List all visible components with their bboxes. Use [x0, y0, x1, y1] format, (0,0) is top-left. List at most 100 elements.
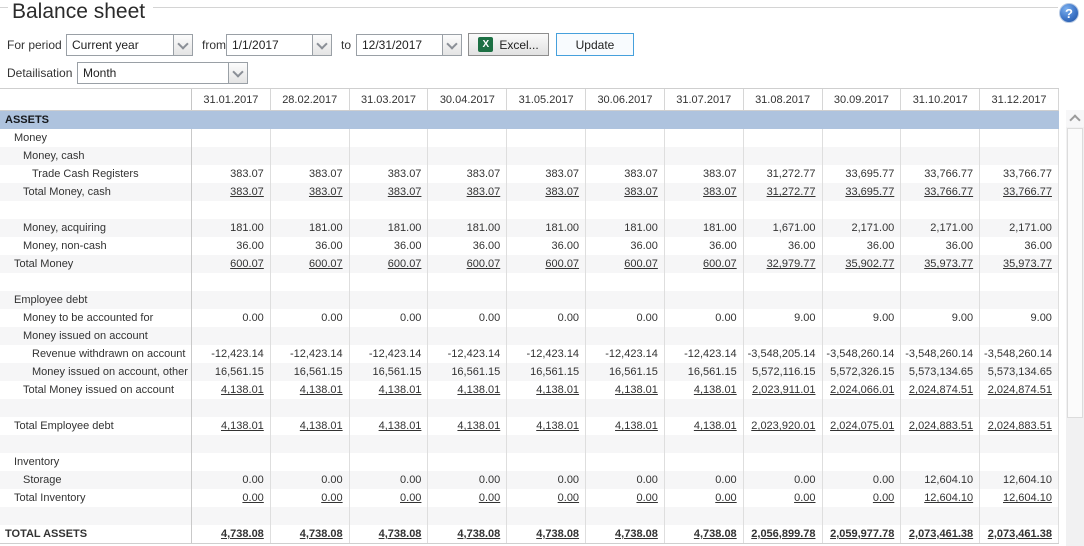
cell-value[interactable]: 4,138.01	[586, 381, 665, 399]
cell-empty	[901, 291, 980, 309]
cell-value[interactable]: 2,056,899.78	[744, 525, 823, 543]
cell-value[interactable]: 2,023,911.01	[744, 381, 823, 399]
cell-value[interactable]: 0.00	[823, 489, 902, 507]
cell-value[interactable]: 4,738.08	[350, 525, 429, 543]
cell-value[interactable]: 2,023,920.01	[744, 417, 823, 435]
cell-value[interactable]: 4,138.01	[350, 417, 429, 435]
scroll-up-icon[interactable]	[1066, 110, 1084, 127]
cell-value: 36.00	[665, 237, 744, 255]
cell-value[interactable]: 4,138.01	[665, 417, 744, 435]
cell-value[interactable]: 4,738.08	[507, 525, 586, 543]
table-row: Employee debt	[0, 291, 1059, 309]
cell-empty	[271, 435, 350, 453]
vertical-scrollbar[interactable]	[1066, 110, 1084, 546]
cell-empty	[350, 129, 429, 147]
scrollbar-thumb[interactable]	[1067, 128, 1083, 418]
update-button[interactable]: Update	[556, 33, 634, 56]
cell-value[interactable]: 600.07	[507, 255, 586, 273]
cell-value[interactable]: 2,024,883.51	[980, 417, 1059, 435]
cell-value[interactable]: 383.07	[192, 183, 271, 201]
cell-value[interactable]: 35,973.77	[980, 255, 1059, 273]
chevron-down-icon[interactable]	[173, 35, 192, 55]
cell-value[interactable]: 4,738.08	[428, 525, 507, 543]
cell-value[interactable]: 2,073,461.38	[980, 525, 1059, 543]
cell-value[interactable]: 600.07	[428, 255, 507, 273]
cell-empty	[980, 399, 1059, 417]
cell-value: 5,572,326.15	[823, 363, 902, 381]
cell-value[interactable]: 2,024,066.01	[823, 381, 902, 399]
cell-value[interactable]: 600.07	[586, 255, 665, 273]
cell-value[interactable]: 600.07	[271, 255, 350, 273]
cell-value[interactable]: 2,059,977.78	[823, 525, 902, 543]
cell-value[interactable]: 383.07	[428, 183, 507, 201]
chevron-down-icon[interactable]	[312, 35, 331, 55]
cell-value[interactable]: 4,738.08	[271, 525, 350, 543]
from-date-field[interactable]: 1/1/2017	[226, 34, 332, 56]
cell-value[interactable]: 4,738.08	[192, 525, 271, 543]
period-select[interactable]: Current year	[66, 34, 193, 56]
cell-value[interactable]: 4,138.01	[192, 417, 271, 435]
cell-value[interactable]: 35,902.77	[823, 255, 902, 273]
cell-value[interactable]: 4,138.01	[192, 381, 271, 399]
column-header: 31.12.2017	[980, 89, 1059, 110]
cell-empty	[350, 147, 429, 165]
cell-value[interactable]: 600.07	[350, 255, 429, 273]
cell-value[interactable]: 2,024,874.51	[901, 381, 980, 399]
cell-empty	[271, 507, 350, 525]
chevron-down-icon[interactable]	[228, 63, 247, 83]
cell-empty	[980, 435, 1059, 453]
cell-value[interactable]: 0.00	[271, 489, 350, 507]
table-row: Money issued on account	[0, 327, 1059, 345]
cell-value[interactable]: 383.07	[586, 183, 665, 201]
cell-value[interactable]: 12,604.10	[901, 489, 980, 507]
row-label: Money to be accounted for	[0, 309, 192, 327]
cell-value[interactable]: 0.00	[192, 489, 271, 507]
cell-value[interactable]: 35,973.77	[901, 255, 980, 273]
cell-value[interactable]: 12,604.10	[980, 489, 1059, 507]
cell-value[interactable]: 0.00	[428, 489, 507, 507]
cell-value[interactable]: 4,138.01	[428, 417, 507, 435]
cell-value[interactable]: 2,073,461.38	[901, 525, 980, 543]
cell-value[interactable]: 2,024,883.51	[901, 417, 980, 435]
table-row: Money, cash	[0, 147, 1059, 165]
excel-export-button[interactable]: X Excel...	[468, 33, 549, 56]
cell-value[interactable]: 383.07	[665, 183, 744, 201]
cell-value[interactable]: 4,738.08	[586, 525, 665, 543]
cell-value[interactable]: 4,138.01	[271, 417, 350, 435]
cell-value[interactable]: 0.00	[586, 489, 665, 507]
cell-value[interactable]: 4,138.01	[350, 381, 429, 399]
cell-empty	[428, 291, 507, 309]
cell-value[interactable]: 2,024,874.51	[980, 381, 1059, 399]
cell-value[interactable]: 33,766.77	[980, 183, 1059, 201]
cell-value[interactable]: 383.07	[507, 183, 586, 201]
cell-value[interactable]: 0.00	[744, 489, 823, 507]
cell-value[interactable]: 33,695.77	[823, 183, 902, 201]
cell-value[interactable]: 0.00	[507, 489, 586, 507]
cell-value[interactable]: 600.07	[665, 255, 744, 273]
cell-value[interactable]: 0.00	[350, 489, 429, 507]
cell-value[interactable]: 2,024,075.01	[823, 417, 902, 435]
cell-value[interactable]: 4,138.01	[665, 381, 744, 399]
cell-value[interactable]: 4,138.01	[271, 381, 350, 399]
cell-value[interactable]: 4,138.01	[507, 417, 586, 435]
to-date-field[interactable]: 12/31/2017	[356, 34, 462, 56]
cell-value[interactable]: 31,272.77	[744, 183, 823, 201]
table-row: ASSETS	[0, 111, 1059, 129]
cell-value[interactable]: 0.00	[665, 489, 744, 507]
cell-empty	[823, 129, 902, 147]
cell-empty	[507, 147, 586, 165]
help-icon[interactable]: ?	[1059, 3, 1079, 23]
cell-value[interactable]: 600.07	[192, 255, 271, 273]
cell-value[interactable]: 32,979.77	[744, 255, 823, 273]
cell-value[interactable]: 383.07	[271, 183, 350, 201]
cell-value[interactable]: 4,138.01	[507, 381, 586, 399]
cell-value: 16,561.15	[192, 363, 271, 381]
chevron-down-icon[interactable]	[442, 35, 461, 55]
detailisation-select[interactable]: Month	[77, 62, 248, 84]
cell-value[interactable]: 4,138.01	[428, 381, 507, 399]
cell-value[interactable]: 33,766.77	[901, 183, 980, 201]
cell-value[interactable]: 4,138.01	[586, 417, 665, 435]
cell-value[interactable]: 4,738.08	[665, 525, 744, 543]
cell-value[interactable]: 383.07	[350, 183, 429, 201]
cell-empty	[665, 327, 744, 345]
